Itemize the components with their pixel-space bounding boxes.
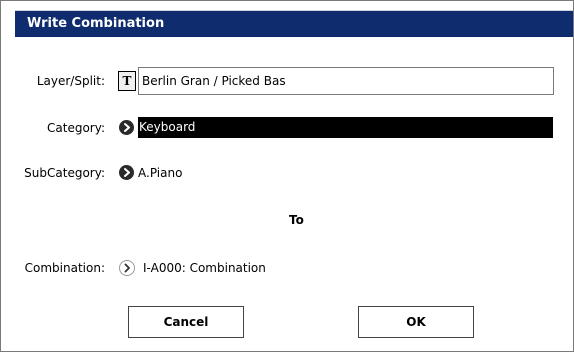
dialog-titlebar: Write Combination [15, 10, 573, 37]
dialog-title: Write Combination [27, 16, 165, 31]
ok-button[interactable]: OK [358, 306, 474, 338]
combination-popup-arrow-icon[interactable] [119, 260, 135, 276]
combination-value[interactable]: I-A000: Combination [143, 261, 266, 275]
combination-label: Combination: [24, 261, 105, 275]
write-combination-dialog: Write Combination Layer/Split: T Berlin … [0, 0, 574, 352]
category-popup-arrow-icon[interactable] [119, 120, 134, 135]
subcategory-value[interactable]: A.Piano [138, 166, 182, 180]
layer-split-name-field[interactable]: Berlin Gran / Picked Bas [138, 67, 554, 95]
category-label: Category: [47, 121, 105, 135]
subcategory-label: SubCategory: [24, 166, 105, 180]
cancel-button[interactable]: Cancel [128, 306, 244, 338]
layer-split-label: Layer/Split: [36, 74, 105, 88]
to-label: To [289, 213, 304, 227]
category-field[interactable]: Keyboard [138, 117, 553, 138]
category-value: Keyboard [139, 120, 196, 134]
text-edit-button[interactable]: T [118, 71, 136, 91]
layer-split-name-value: Berlin Gran / Picked Bas [142, 74, 286, 88]
subcategory-popup-arrow-icon[interactable] [119, 165, 134, 180]
